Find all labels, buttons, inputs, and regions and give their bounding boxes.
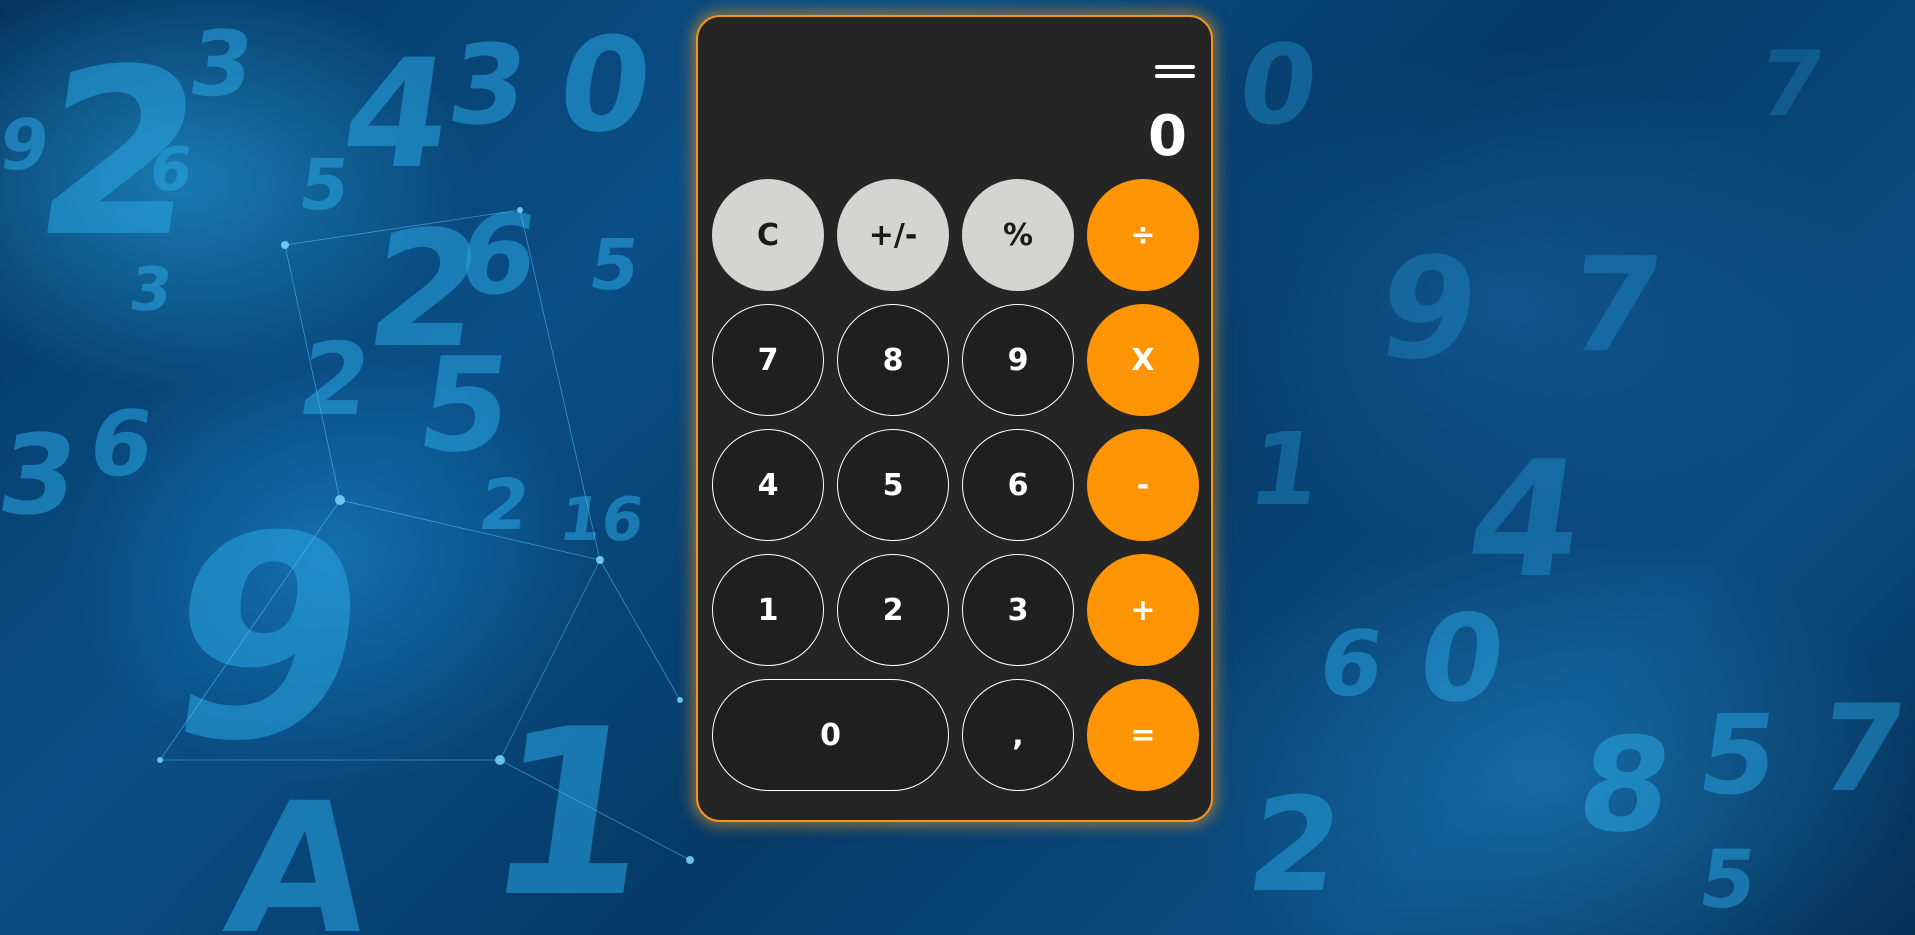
digit-6-button[interactable]: 6: [962, 429, 1074, 541]
digit-3-button[interactable]: 3: [962, 554, 1074, 666]
digit-4-button[interactable]: 4: [712, 429, 824, 541]
digit-1-button[interactable]: 1: [712, 554, 824, 666]
keypad: C +/- % ÷ 7 8 9 X 4 5 6 - 1 2 3 + 0 , =: [712, 179, 1199, 811]
percent-button[interactable]: %: [962, 179, 1074, 291]
digit-8-button[interactable]: 8: [837, 304, 949, 416]
digit-7-button[interactable]: 7: [712, 304, 824, 416]
digit-9-button[interactable]: 9: [962, 304, 1074, 416]
multiply-button[interactable]: X: [1087, 304, 1199, 416]
calculator-panel: 0 C +/- % ÷ 7 8 9 X 4 5 6 - 1 2 3 + 0 , …: [696, 15, 1213, 822]
add-button[interactable]: +: [1087, 554, 1199, 666]
hamburger-menu-icon[interactable]: [1155, 65, 1195, 81]
digit-5-button[interactable]: 5: [837, 429, 949, 541]
clear-button[interactable]: C: [712, 179, 824, 291]
subtract-button[interactable]: -: [1087, 429, 1199, 541]
digit-2-button[interactable]: 2: [837, 554, 949, 666]
divide-button[interactable]: ÷: [1087, 179, 1199, 291]
calculator-display: 0: [1148, 104, 1187, 169]
equals-button[interactable]: =: [1087, 679, 1199, 791]
digit-0-button[interactable]: 0: [712, 679, 949, 791]
sign-toggle-button[interactable]: +/-: [837, 179, 949, 291]
decimal-button[interactable]: ,: [962, 679, 1074, 791]
